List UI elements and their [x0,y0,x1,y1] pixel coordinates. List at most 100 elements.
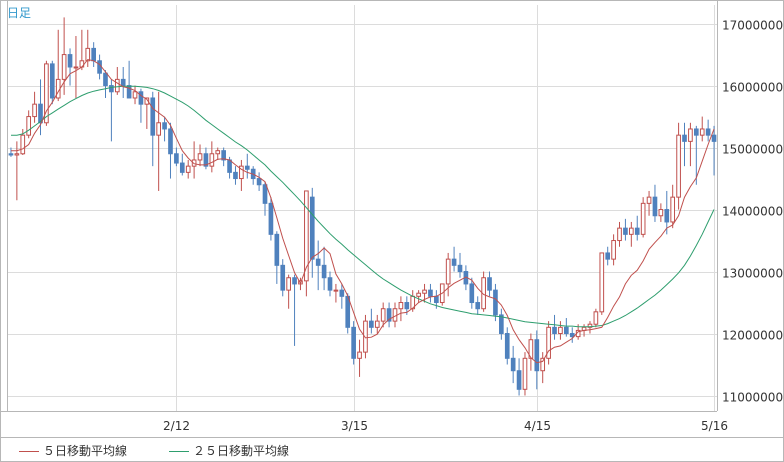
candle-body-up [599,252,605,313]
candle-body-down [516,370,522,390]
candle-body-down [109,85,114,93]
x-tick-label: 2/12 [163,419,190,433]
candle-body-up [640,202,646,235]
legend: ５日移動平均線 ２５日移動平均線 [1,437,783,462]
candle-body-up [14,153,20,156]
candle-body-down [345,295,351,328]
y-tick-label: 17000000 [722,19,783,33]
candle-body-down [664,209,670,223]
candle-body-down [103,72,108,87]
candle-body-up [392,308,398,322]
y-tick-label: 13000000 [722,267,783,281]
x-tick-label: 3/15 [341,419,368,433]
candle-body-down [327,277,333,291]
moving-average-lines [11,58,715,364]
legend-item-ma5: ５日移動平均線 [19,443,127,459]
candle-body-down [49,63,55,99]
candle-body-down [451,258,457,266]
candle-body-up [132,91,138,99]
candle-body-down [404,302,410,310]
candle-body-up [676,134,681,198]
candle-body-down [339,289,345,297]
candle-body-up [73,66,79,69]
candle-body-up [398,302,404,310]
candle-body-down [504,333,510,359]
legend-label-ma5: ５日移動平均線 [43,444,128,458]
candle-body-down [434,295,439,304]
candle-body-up [26,116,32,136]
candle-body-down [227,159,232,173]
candle-body-down [605,252,611,260]
candle-body-down [274,233,280,266]
legend-label-ma25: ２５日移動平均線 [193,444,290,458]
candle-body-up [699,128,705,136]
candle-body-up [445,258,451,285]
candle-body-up [215,150,221,155]
candle-body-up [357,351,362,359]
candle-body-up [522,357,528,390]
candle-body-down [120,78,126,87]
ma25-line [11,85,715,328]
candle-body-up [61,54,67,80]
candle-body-down [475,302,481,310]
candle-body-down [552,326,557,335]
candle-body-down [138,91,144,105]
y-tick-label: 15000000 [722,143,783,157]
legend-swatch-ma5 [19,451,39,452]
candle-body-down [91,47,97,62]
candle-body-down [233,171,238,180]
candle-body-down [244,165,250,170]
y-tick-label: 11000000 [722,391,783,405]
candle-body-down [97,60,102,74]
y-axis: 11000000 12000000 13000000 14000000 15000000… [722,19,783,405]
candle-body-up [197,153,203,161]
candle-body-up [422,289,427,294]
candle-body-down [705,128,711,136]
candle-body-up [688,128,693,142]
candle-body-up [333,289,339,292]
candle-body-up [540,357,546,372]
candle-body-down [162,122,167,130]
candle-body-down [321,264,327,279]
candle-body-down [682,134,687,142]
x-axis: 2/12 3/15 4/15 5/16 [163,419,728,433]
legend-item-ma25: ２５日移動平均線 [169,443,289,459]
candle-body-up [185,165,191,173]
y-tick-label: 16000000 [722,81,783,95]
x-tick-label: 4/15 [524,419,551,433]
candle-body-up [85,47,91,62]
candle-body-up [156,122,161,136]
candle-body-down [652,196,658,217]
candle-body-down [569,333,575,338]
candle-body-down [510,357,516,372]
candle-body-down [623,227,628,235]
candle-body-down [262,184,268,204]
candle-body-down [315,258,321,266]
candle-body-down [693,128,699,136]
candle-body-up [32,103,37,118]
candle-body-up [374,320,380,328]
candlestick-chart: 11000000 12000000 13000000 14000000 15000000… [1,1,783,433]
candle-body-down [292,277,297,285]
candle-body-down [493,289,498,316]
candle-body-up [611,240,616,260]
candle-body-up [20,134,26,155]
candle-body-down [8,153,14,156]
candle-body-up [558,326,563,335]
ma5-line [11,58,715,364]
candle-body-up [114,78,120,93]
candle-body-down [168,128,173,155]
candle-body-down [179,162,185,173]
candle-body-up [286,277,291,291]
candle-body-down [711,134,717,142]
candle-body-down [634,227,640,235]
candle-body-down [67,54,73,68]
candle-body-up [593,311,599,325]
candle-body-up [209,153,215,167]
candle-body-down [268,202,274,235]
candle-body-down [428,289,433,297]
candles-layer [8,17,717,396]
candle-body-up [628,227,634,235]
candle-body-down [564,326,569,335]
x-tick-label: 5/16 [701,419,728,433]
